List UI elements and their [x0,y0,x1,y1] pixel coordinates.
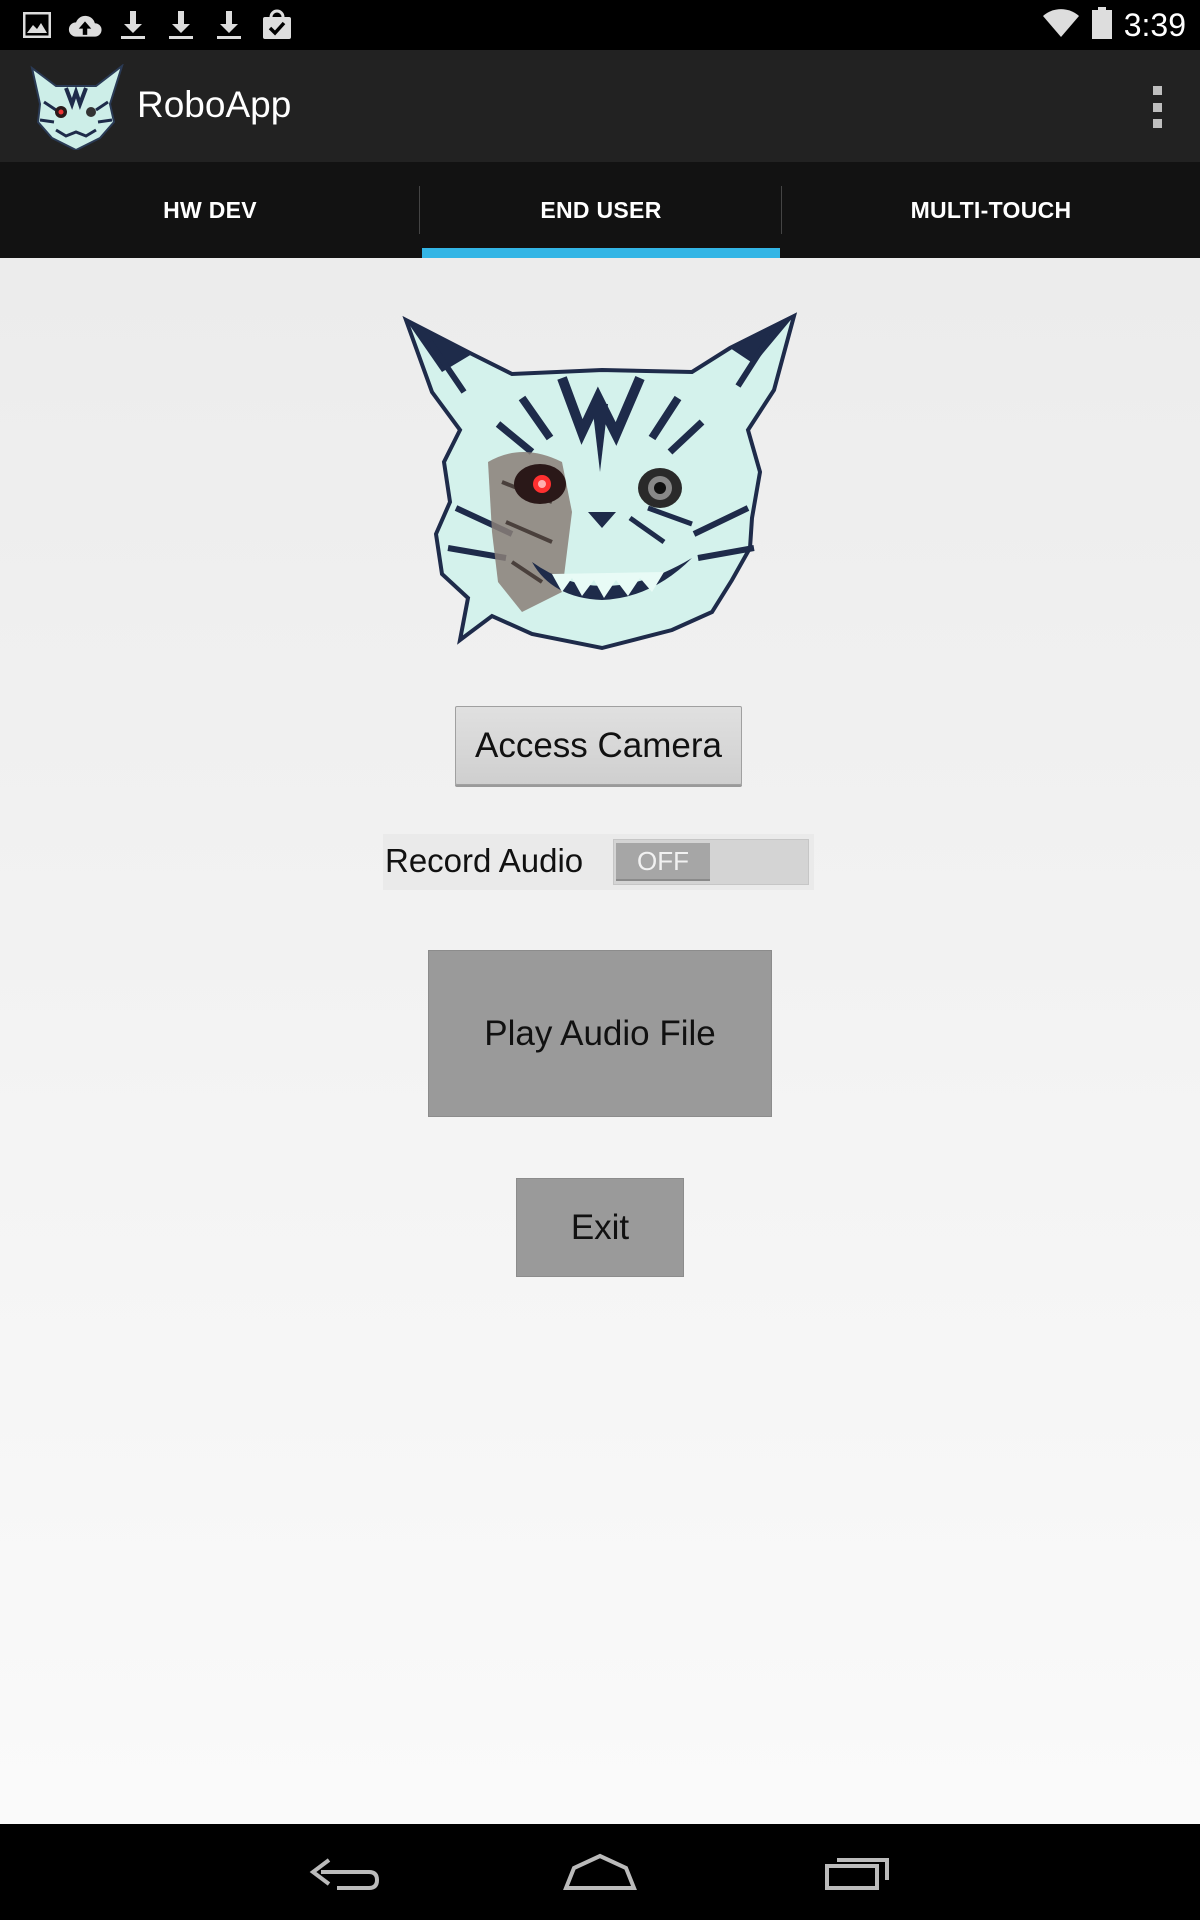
navigation-bar [0,1824,1200,1920]
switch-state-label: OFF [637,845,689,876]
tab-multi-touch[interactable]: MULTI-TOUCH [782,162,1200,258]
cyborg-lynx-image [402,312,798,652]
overflow-menu-icon[interactable] [1142,84,1172,130]
image-icon [20,8,54,42]
tab-label: HW DEV [163,196,257,223]
shopping-bag-check-icon [260,8,294,42]
tab-label: END USER [540,196,662,223]
record-audio-switch[interactable]: OFF [613,839,809,885]
tab-label: MULTI-TOUCH [910,196,1072,223]
main-content: Access Camera Record Audio OFF Play Audi… [0,258,1200,1824]
play-audio-file-label: Play Audio File [484,1013,716,1053]
download-icon [164,8,198,42]
app-title: RoboApp [137,84,292,125]
access-camera-button[interactable]: Access Camera [455,706,742,785]
tab-end-user[interactable]: END USER [420,162,782,258]
access-camera-label: Access Camera [474,725,723,765]
record-audio-label: Record Audio [385,842,584,879]
download-icon [116,8,150,42]
wifi-icon [1042,8,1080,43]
lynx-logo-icon[interactable] [26,63,126,152]
exit-button[interactable]: Exit [516,1178,684,1277]
tab-hw-dev[interactable]: HW DEV [0,162,420,258]
battery-icon [1091,6,1112,44]
action-bar: RoboApp [0,50,1200,162]
exit-label: Exit [570,1207,630,1247]
download-icon [212,8,246,42]
switch-thumb: OFF [616,843,710,881]
notification-icons [20,8,294,42]
back-icon[interactable] [303,1846,383,1898]
home-icon[interactable] [560,1846,640,1898]
record-audio-row: Record Audio OFF [383,834,814,890]
status-bar: 3:39 [0,0,1200,50]
recent-apps-icon[interactable] [818,1846,898,1898]
tab-bar: HW DEV END USER MULTI-TOUCH [0,162,1200,258]
play-audio-file-button[interactable]: Play Audio File [428,950,772,1117]
clock: 3:39 [1123,6,1186,43]
cloud-upload-icon [68,8,102,42]
